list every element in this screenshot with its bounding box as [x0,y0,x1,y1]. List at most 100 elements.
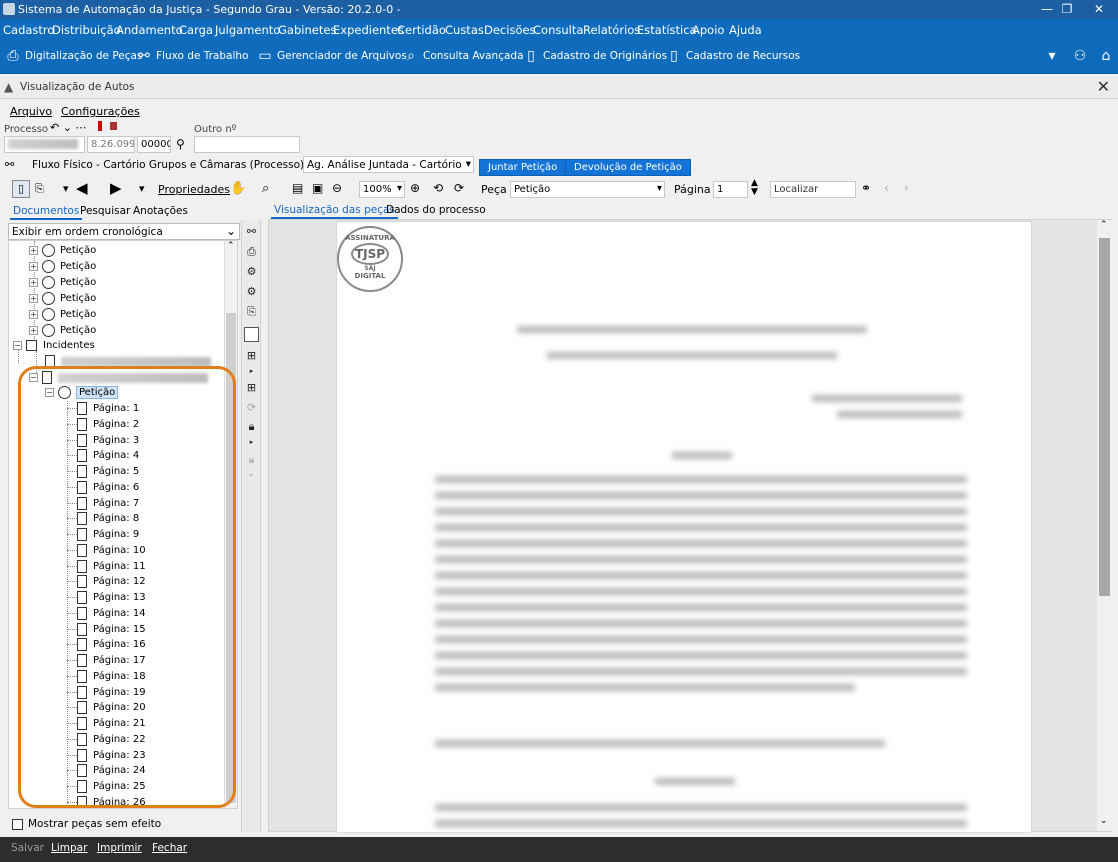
menu-estatistica[interactable]: Estatística [637,23,697,37]
lock-icon[interactable]: 🔒︎ [244,419,259,434]
menu-distribuicao[interactable]: Distribuição [52,23,121,37]
lock-dropdown-icon[interactable]: ▸ [244,435,259,450]
tree-item-peticao[interactable]: + Petição [29,307,96,322]
fit-width-icon[interactable]: ▤ [292,181,303,195]
processo-number-suffix[interactable]: 00000 [137,136,171,153]
imprimir-button[interactable]: Imprimir [97,842,142,854]
pagina-spinner[interactable]: ▲ ▼ [751,179,758,197]
zoom-out-icon[interactable]: ⊖ [332,181,342,195]
peca-select[interactable]: Petição ▾ [510,181,665,198]
juntar-peticao-button[interactable]: Juntar Petição [479,159,567,176]
menu-relatorios[interactable]: Relatórios [583,23,640,37]
outro-numero-input[interactable] [194,136,300,153]
rotate-left-icon[interactable]: ⟲ [433,181,443,195]
tab-anotacoes[interactable]: Anotações [130,204,191,218]
menu-julgamento[interactable]: Julgamento [215,23,280,37]
certificate-remove-icon[interactable]: ⚙ [244,284,259,299]
binoculars-icon[interactable]: ⚭ [861,181,871,195]
menu-decisoes[interactable]: Decisões [484,23,536,37]
menu-ajuda[interactable]: Ajuda [729,23,762,37]
nav-dropdown-icon[interactable]: ▾ [63,182,69,195]
tree-view-icon[interactable]: ⎘ [35,182,44,196]
scroll-up-icon[interactable]: ⌃ [227,241,235,251]
tab-documentos[interactable]: Documentos [10,204,83,220]
page-icon[interactable] [244,327,259,342]
menu-configuracoes[interactable]: Configurações [61,105,140,118]
tree-item-peticao[interactable]: + Petição [29,291,96,306]
undo-icon[interactable]: ↶ ⌄ ⋯ [50,121,86,134]
menu-cadastro[interactable]: Cadastro [3,23,54,37]
menu-expedientes[interactable]: Expedientes [333,23,404,37]
digitalizacao-button[interactable]: ⎙ Digitalização de Peças [5,41,142,71]
rotate-right-icon[interactable]: ⟳ [454,181,464,195]
menu-carga[interactable]: Carga [179,23,213,37]
certificate-icon [42,244,55,257]
fit-page-icon[interactable]: ▣ [312,181,323,195]
next-dropdown-icon[interactable]: ▾ [139,182,145,195]
sort-order-select[interactable]: Exibir em ordem cronológica ⌄ [8,223,240,240]
tab-pesquisar[interactable]: Pesquisar [77,204,133,218]
devolucao-peticao-button[interactable]: Devolução de Petição [565,159,691,176]
mostrar-pecas-checkbox[interactable]: Mostrar peças sem efeito [12,818,161,830]
copy-document-icon[interactable]: ⎘ [244,304,259,319]
zoom-in-icon[interactable]: ⊕ [410,181,420,195]
tree-item-peticao[interactable]: + Petição [29,259,96,274]
stop-icon[interactable] [110,122,117,130]
add-page-icon[interactable]: ⊞ [244,380,259,395]
home-icon[interactable]: ⌂ [1098,48,1114,64]
menu-consulta[interactable]: Consulta [533,23,583,37]
zoom-select[interactable]: 100% ▾ [359,181,405,198]
viewer-scroll-up-icon[interactable]: ⌃ [1100,220,1108,230]
viewer-scrollbar-thumb[interactable] [1099,238,1110,596]
find-previous-icon[interactable]: ‹ [884,181,889,195]
restore-button[interactable]: ❐ [1057,1,1077,17]
cadastro-recursos-button[interactable]: ▯ Cadastro de Recursos [666,41,800,71]
tree-item-peticao[interactable]: + Petição [29,275,96,290]
close-subwindow-icon[interactable]: ✕ [1097,77,1110,96]
consulta-avancada-button[interactable]: ⌕ Consulta Avançada [403,41,523,71]
menu-custas[interactable]: Custas [445,23,484,37]
tree-tool-icon[interactable]: ⚯ [244,224,259,239]
tree-item-peticao[interactable]: + Petição [29,323,96,338]
menu-arquivo[interactable]: Arquivo [10,105,52,118]
viewer-scrollbar[interactable]: ⌃ ⌄ [1097,220,1112,831]
pagina-input[interactable]: 1 [713,181,748,198]
next-icon[interactable]: ▶ [110,179,122,197]
split-document-icon[interactable]: ⊞ [244,348,259,363]
print-icon[interactable]: ⎙ [244,244,259,259]
zoom-tool-icon[interactable]: ⌕ [262,181,269,196]
menu-apoio[interactable]: Apoio [692,23,724,37]
checkbox-box[interactable] [12,818,23,830]
document-view-icon[interactable]: ▯ [12,180,30,198]
hand-tool-icon[interactable]: ✋ [230,181,246,196]
previous-icon[interactable]: ◀ [76,179,88,197]
propriedades-button[interactable]: Propriedades [158,183,230,196]
fechar-button[interactable]: Fechar [152,842,187,854]
blurred-text-line [435,740,885,747]
gerenciador-arquivos-button[interactable]: ▭ Gerenciador de Arquivos [257,41,406,71]
tree-item-peticao[interactable]: + Petição [29,243,96,258]
viewer-scroll-down-icon[interactable]: ⌄ [1100,816,1108,826]
split-dropdown-icon[interactable]: ▸ [244,364,259,379]
fluxo-trabalho-button[interactable]: ⚯ Fluxo de Trabalho [136,41,248,71]
search-icon[interactable]: ⚲ [176,137,185,151]
tree-item-incidentes[interactable]: − Incidentes [13,338,95,353]
menu-gabinetes[interactable]: Gabinetes [278,23,336,37]
minimize-button[interactable]: — [1037,1,1057,17]
processo-number-start[interactable] [4,136,85,153]
dropdown-arrow-icon[interactable]: ▾ [1044,48,1060,64]
processo-number-middle[interactable]: 8.26.0990 [87,136,135,153]
certificate-tool-icon[interactable]: ⚙ [244,264,259,279]
tab-dados-processo[interactable]: Dados do processo [383,203,489,217]
close-window-button[interactable]: ✕ [1089,1,1109,17]
cadastro-originarios-button[interactable]: ▯ Cadastro de Originários [523,41,667,71]
menu-andamento[interactable]: Andamento [116,23,183,37]
menu-certidao[interactable]: Certidão [397,23,446,37]
salvar-button[interactable]: Salvar [11,842,44,854]
find-next-icon[interactable]: › [904,181,909,195]
limpar-button[interactable]: Limpar [51,842,87,854]
users-icon[interactable]: ⚇ [1072,48,1088,64]
localizar-input[interactable]: Localizar [770,181,856,198]
fila-select[interactable]: Ag. Análise Juntada - Cartório ▾ [303,156,474,173]
tab-visualizacao-pecas[interactable]: Visualização das peças [271,203,398,219]
